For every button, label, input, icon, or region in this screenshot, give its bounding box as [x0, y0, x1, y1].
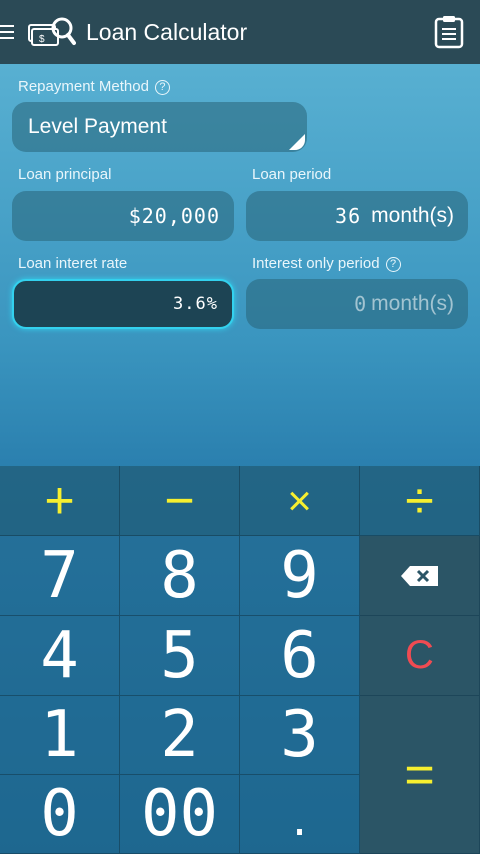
history-icon[interactable] [434, 15, 464, 49]
clear-key[interactable]: C [360, 616, 480, 696]
key-00[interactable]: 00 [120, 775, 240, 854]
loan-rate-field[interactable]: 3.6% [12, 279, 234, 329]
loan-principal-field[interactable]: $20,000 [12, 191, 234, 241]
menu-icon[interactable] [0, 23, 14, 41]
key-4[interactable]: 4 [0, 616, 120, 696]
loan-period-field[interactable]: 36 month(s) [246, 191, 468, 241]
key-9[interactable]: 9 [240, 536, 360, 616]
loan-period-unit: month(s) [371, 204, 454, 227]
help-icon[interactable]: ? [385, 257, 401, 272]
key-0[interactable]: 0 [0, 775, 120, 854]
loan-principal-label: Loan principal [18, 166, 112, 183]
multiply-key[interactable]: × [240, 466, 360, 536]
help-icon[interactable]: ? [154, 80, 170, 95]
key-8[interactable]: 8 [120, 536, 240, 616]
key-1[interactable]: 1 [0, 696, 120, 775]
key-7[interactable]: 7 [0, 536, 120, 616]
key-3[interactable]: 3 [240, 696, 360, 775]
keypad: + − × ÷ 7 8 9 4 5 6 C 1 2 3 = 0 00 . [0, 466, 480, 854]
repayment-method-value: Level Payment [28, 115, 167, 138]
key-6[interactable]: 6 [240, 616, 360, 696]
loan-period-label: Loan period [252, 166, 332, 183]
repayment-method-label: Repayment Method? [18, 78, 170, 95]
loan-period-value: 36 [335, 204, 362, 228]
interest-only-value: 0 [354, 292, 368, 316]
dropdown-corner-icon [289, 134, 305, 150]
backspace-icon [400, 565, 438, 586]
key-2[interactable]: 2 [120, 696, 240, 775]
divide-key[interactable]: ÷ [360, 466, 480, 536]
money-search-icon: $ [28, 17, 76, 46]
interest-only-label: Interest only period? [252, 255, 401, 272]
repayment-method-select[interactable]: Level Payment [12, 102, 307, 152]
backspace-key[interactable] [360, 536, 480, 616]
equals-key[interactable]: = [360, 696, 480, 854]
app-title: Loan Calculator [86, 18, 248, 45]
minus-key[interactable]: − [120, 466, 240, 536]
interest-only-field[interactable]: 0 month(s) [246, 279, 468, 329]
key-5[interactable]: 5 [120, 616, 240, 696]
svg-text:$: $ [39, 34, 45, 45]
plus-key[interactable]: + [0, 466, 120, 536]
loan-rate-value: 3.6% [173, 294, 218, 314]
app-header: $ Loan Calculator [0, 0, 480, 64]
loan-rate-label: Loan interet rate [18, 255, 128, 272]
key-decimal[interactable]: . [240, 775, 360, 854]
loan-principal-value: $20,000 [128, 204, 220, 228]
interest-only-unit: month(s) [371, 292, 454, 315]
